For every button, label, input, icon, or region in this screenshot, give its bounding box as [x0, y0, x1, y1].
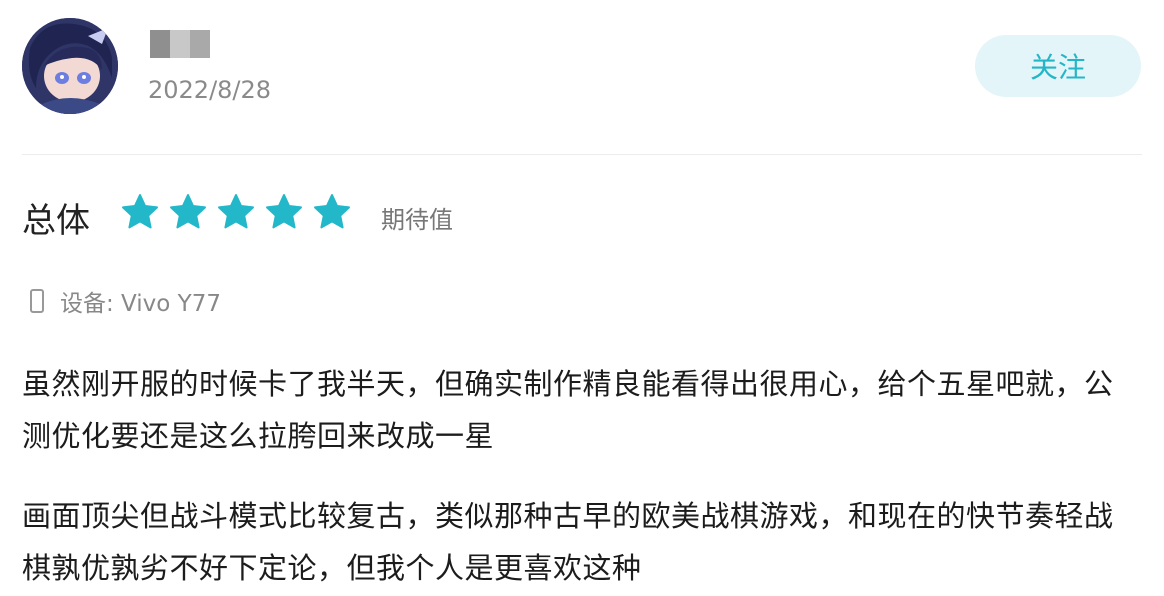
star-icon — [218, 194, 254, 229]
star-rating — [120, 192, 352, 232]
review-date: 2022/8/28 — [148, 76, 272, 104]
star-icon — [314, 194, 350, 229]
star-icon — [122, 194, 158, 229]
divider — [22, 154, 1142, 155]
review-paragraph: 虽然刚开服的时候卡了我半天，但确实制作精良能看得出很用心，给个五星吧就，公测优化… — [22, 367, 1114, 453]
star-icon — [266, 194, 302, 229]
review-paragraph: 画面顶尖但战斗模式比较复古，类似那种古早的欧美战棋游戏，和现在的快节奏轻战棋孰优… — [22, 499, 1114, 585]
rating-label: 总体 — [22, 201, 90, 241]
device-info: 设备: Vivo Y77 — [30, 284, 221, 318]
phone-icon — [30, 289, 44, 313]
star-icon — [170, 194, 206, 229]
avatar[interactable] — [22, 18, 118, 114]
username-mosaic — [150, 30, 210, 58]
device-label: 设备: Vivo Y77 — [60, 291, 221, 317]
avatar-image — [22, 18, 118, 114]
follow-button[interactable]: 关注 — [975, 35, 1141, 97]
rating-tag: 期待值 — [381, 206, 453, 234]
